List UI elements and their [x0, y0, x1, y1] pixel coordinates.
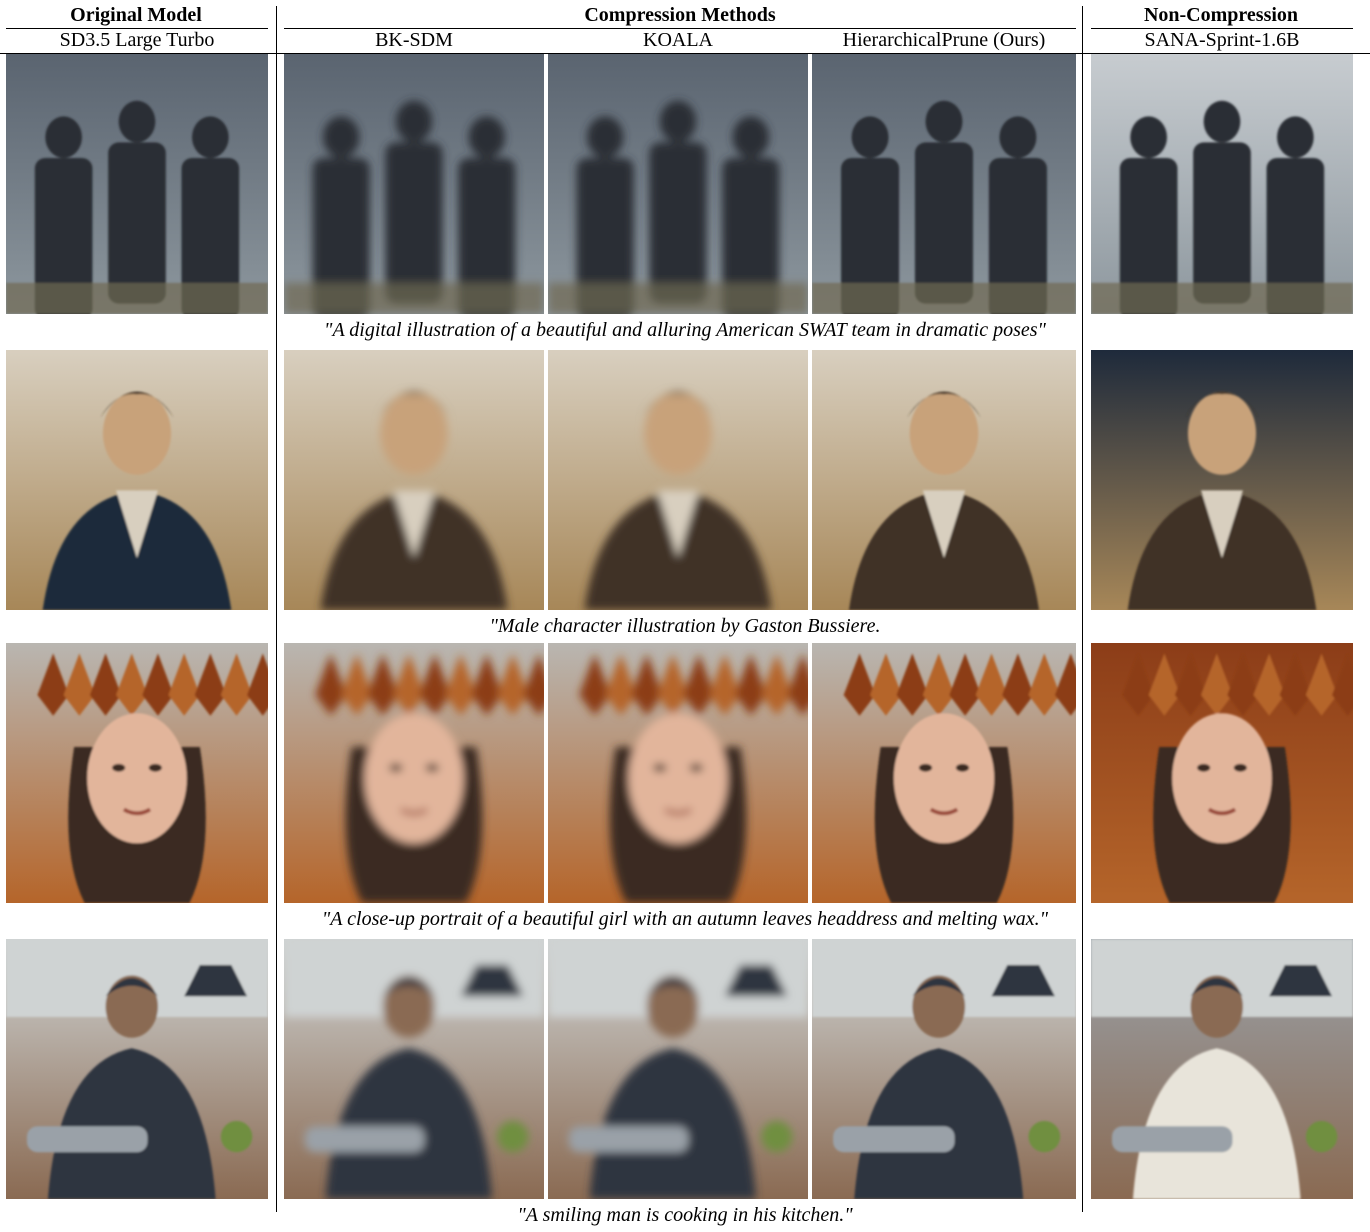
- generated-image-autumn-portrait-bk-sdm: [284, 643, 544, 903]
- generated-image-male-portrait-koala: [548, 350, 808, 610]
- row-caption: "A close-up portrait of a beautiful girl…: [321, 908, 1049, 930]
- column-header-hierarchicalprune: HierarchicalPrune (Ours): [842, 29, 1046, 51]
- generated-image-swat-team-sana-sprint: [1091, 54, 1353, 314]
- column-header-sana-sprint: SANA-Sprint-1.6B: [1144, 29, 1300, 51]
- group-header-original: Original Model: [70, 4, 202, 26]
- row-caption: "A smiling man is cooking in his kitchen…: [517, 1204, 853, 1226]
- generated-image-male-portrait-bk-sdm: [284, 350, 544, 610]
- generated-image-swat-team-sd35: [6, 54, 268, 314]
- generated-image-autumn-portrait-sd35: [6, 643, 268, 903]
- group-header-non-compression: Non-Compression: [1143, 4, 1299, 26]
- generated-image-man-cooking-sana-sprint: [1091, 939, 1353, 1199]
- generated-image-man-cooking-sd35: [6, 939, 268, 1199]
- column-header-sd35: SD3.5 Large Turbo: [59, 29, 215, 51]
- generated-image-autumn-portrait-sana-sprint: [1091, 643, 1353, 903]
- group-header-compression: Compression Methods: [584, 4, 776, 26]
- column-header-koala: KOALA: [643, 29, 713, 51]
- generated-image-swat-team-bk-sdm: [284, 54, 544, 314]
- row-caption: "A digital illustration of a beautiful a…: [324, 319, 1046, 341]
- column-separator-left: [276, 6, 277, 1212]
- generated-image-man-cooking-koala: [548, 939, 808, 1199]
- generated-image-swat-team-hierarchicalprune: [812, 54, 1076, 314]
- generated-image-man-cooking-hierarchicalprune: [812, 939, 1076, 1199]
- generated-image-male-portrait-sana-sprint: [1091, 350, 1353, 610]
- generated-image-man-cooking-bk-sdm: [284, 939, 544, 1199]
- row-caption: "Male character illustration by Gaston B…: [489, 615, 881, 637]
- generated-image-autumn-portrait-koala: [548, 643, 808, 903]
- generated-image-swat-team-koala: [548, 54, 808, 314]
- generated-image-male-portrait-hierarchicalprune: [812, 350, 1076, 610]
- generated-image-autumn-portrait-hierarchicalprune: [812, 643, 1076, 903]
- column-header-bk-sdm: BK-SDM: [375, 29, 453, 51]
- column-separator-right: [1082, 6, 1083, 1212]
- generated-image-male-portrait-sd35: [6, 350, 268, 610]
